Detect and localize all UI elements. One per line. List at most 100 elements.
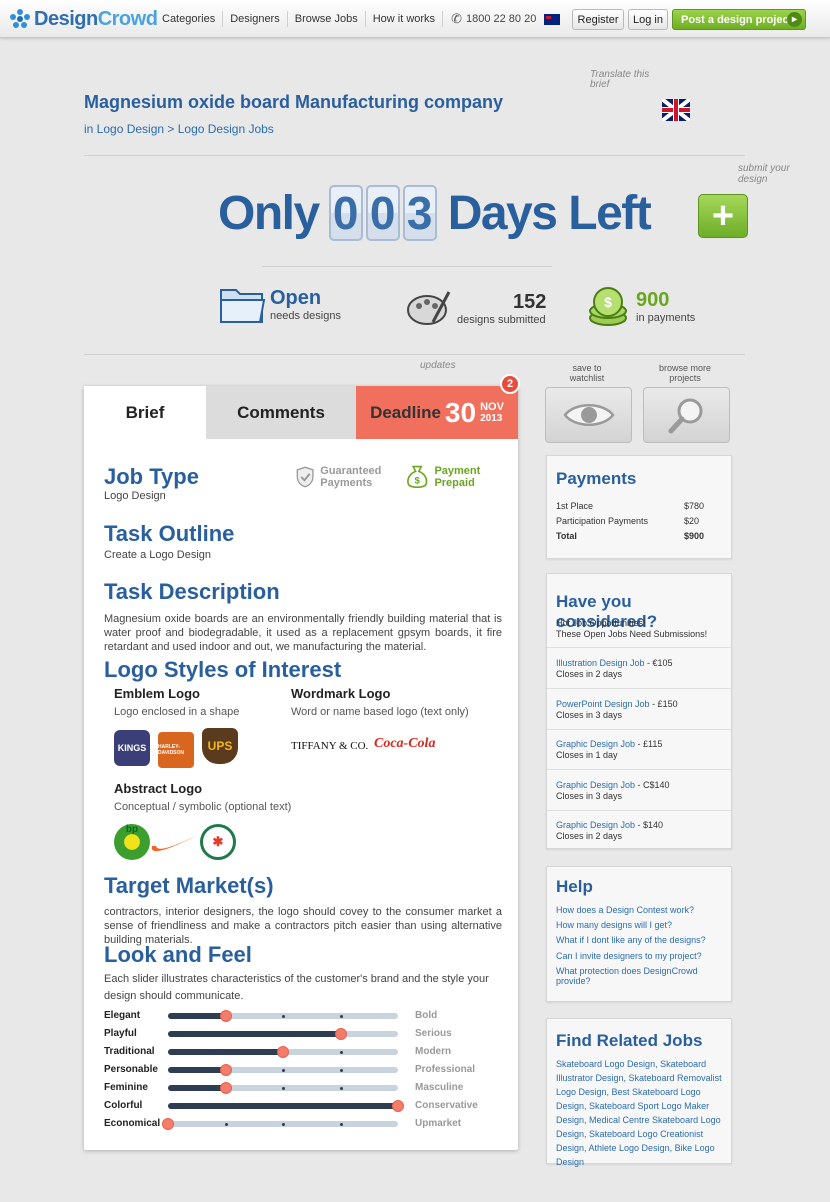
payment-prepaid-badge: $ Payment Prepaid: [406, 460, 506, 494]
considered-intro: Hot Job Opportunities!: [556, 618, 646, 628]
palette-icon: [407, 291, 451, 325]
target-market-heading: Target Market(s): [104, 873, 274, 898]
slider-right-label: Bold: [415, 1010, 438, 1021]
slider-track: [168, 1064, 398, 1076]
countdown-suffix: Days Left: [447, 186, 652, 240]
australia-flag-icon[interactable]: [544, 13, 561, 25]
nav-how-it-works[interactable]: How it works: [366, 11, 444, 27]
submitted-label: designs submitted: [457, 313, 546, 326]
example-logo-bp: bp: [114, 824, 150, 860]
slider-row: Colorful Conservative: [104, 1099, 498, 1113]
slider-tick: [339, 1051, 343, 1054]
help-link[interactable]: Can I invite designers to my project?: [556, 951, 702, 961]
emblem-logo-desc: Logo enclosed in a shape: [114, 706, 240, 718]
countdown-digits: 0 0 3: [328, 185, 440, 241]
considered-job-price: - €105: [644, 658, 673, 668]
slider-left-label: Economical: [104, 1118, 161, 1129]
slider-left-label: Colorful: [104, 1100, 143, 1111]
slider-row: Personable Professional: [104, 1063, 498, 1077]
slider-tick: [224, 1051, 228, 1054]
submit-design-button[interactable]: +: [698, 194, 748, 238]
slider-tick: [339, 1105, 343, 1108]
considered-job-closes: Closes in 3 days: [556, 790, 623, 801]
slider-tick: [282, 1069, 285, 1072]
payment-row: 1st Place $780: [556, 501, 705, 511]
guaranteed-payments-badge: Guaranteed Payments: [296, 460, 396, 494]
phone-text: 1800 22 80 20: [465, 13, 537, 25]
related-jobs-links[interactable]: Skateboard Logo Design, Skateboard Illus…: [556, 1057, 724, 1169]
related-jobs-box: Find Related Jobs Skateboard Logo Design…: [546, 1018, 732, 1167]
slider-left-label: Personable: [104, 1064, 158, 1075]
target-market-text: contractors, interior designers, the log…: [104, 906, 502, 946]
browse-label: browse more projects: [658, 363, 712, 383]
nav-designers[interactable]: Designers: [223, 11, 288, 27]
look-and-feel-heading: Look and Feel: [104, 942, 252, 967]
folder-icon: [220, 289, 266, 323]
slider-right-label: Professional: [415, 1064, 476, 1075]
considered-job-link[interactable]: Graphic Design Job: [556, 780, 635, 790]
browse-more-projects-button[interactable]: [643, 387, 730, 443]
considered-intro: These Open Jobs Need Submissions!: [556, 629, 708, 639]
help-link[interactable]: What if I dont like any of the designs?: [556, 935, 706, 945]
stat-payments: $ 900 in payments: [584, 284, 695, 328]
considered-job-link[interactable]: PowerPoint Design Job: [556, 699, 650, 709]
tab-deadline[interactable]: Deadline 30 NOV 2013: [356, 386, 518, 439]
chevron-right-icon: ▸: [787, 12, 802, 27]
task-outline-value: Create a Logo Design: [104, 549, 212, 561]
uk-flag-icon[interactable]: [662, 99, 690, 121]
payment-total-row: Total $900: [556, 531, 705, 541]
nav-browse-jobs[interactable]: Browse Jobs: [288, 11, 366, 27]
stat-submitted: 152 designs submitted: [405, 286, 546, 330]
save-to-watchlist-button[interactable]: [545, 387, 632, 443]
countdown-digit: 3: [402, 185, 437, 241]
help-link[interactable]: How many designs will I get?: [556, 920, 672, 930]
slider-tick: [339, 1015, 343, 1018]
help-link[interactable]: How does a Design Contest work?: [556, 905, 694, 915]
slider-knob: [277, 1046, 289, 1058]
updates-badge[interactable]: 2: [500, 374, 520, 394]
breadcrumb[interactable]: in Logo Design > Logo Design Jobs: [84, 122, 274, 136]
slider-track: [168, 1010, 398, 1022]
deadline-day: 30: [444, 396, 477, 428]
nav-categories[interactable]: Categories: [155, 11, 224, 27]
abstract-logo-heading: Abstract Logo: [114, 781, 203, 796]
slider-knob: [219, 1082, 232, 1094]
stat-status: Open needs designs: [218, 282, 341, 326]
slider-knob: [392, 1100, 404, 1112]
job-type-heading: Job Type: [104, 464, 199, 489]
updates-note: updates: [420, 360, 456, 371]
example-logo-abstract: ✱: [200, 824, 236, 860]
divider: [84, 354, 745, 355]
considered-box: Have you considered? Hot Job Opportuniti…: [546, 573, 732, 849]
slider-track: [168, 1028, 398, 1040]
slider-right-label: Upmarket: [415, 1118, 462, 1129]
payments-value: 900: [636, 288, 670, 311]
considered-job-link[interactable]: Illustration Design Job: [556, 658, 645, 668]
considered-job-link[interactable]: Graphic Design Job: [556, 739, 635, 749]
payments-label: in payments: [636, 311, 696, 324]
logo-styles-heading: Logo Styles of Interest: [104, 657, 342, 682]
watchlist-label: save to watchlist: [569, 363, 605, 383]
slider-knob: [334, 1028, 347, 1040]
considered-job-link[interactable]: Graphic Design Job: [556, 820, 635, 830]
register-button[interactable]: Register: [572, 9, 624, 30]
logo-mark-icon: [10, 9, 30, 29]
status-label: needs designs: [270, 309, 341, 322]
slider-row: Playful Serious: [104, 1027, 498, 1041]
slider-knob: [219, 1010, 232, 1022]
help-link[interactable]: What protection does DesignCrowd provide…: [556, 966, 731, 986]
tab-comments[interactable]: Comments: [206, 386, 356, 439]
slider-tick: [282, 1033, 285, 1036]
svg-text:$: $: [604, 294, 612, 310]
deadline-label: Deadline: [370, 402, 441, 422]
slider-fill: [168, 1031, 341, 1037]
considered-job-item: Illustration Design Job - €105 Closes in …: [556, 658, 722, 680]
slider-knob: [162, 1118, 174, 1130]
slider-tick: [282, 1105, 285, 1108]
login-button[interactable]: Log in: [628, 9, 668, 30]
brand-logo[interactable]: DesignCrowd: [10, 8, 158, 30]
slider-tick: [339, 1087, 343, 1090]
post-project-button[interactable]: Post a design project ▸: [672, 9, 806, 30]
tab-brief[interactable]: Brief: [84, 386, 206, 439]
phone-icon: ✆: [451, 11, 462, 26]
